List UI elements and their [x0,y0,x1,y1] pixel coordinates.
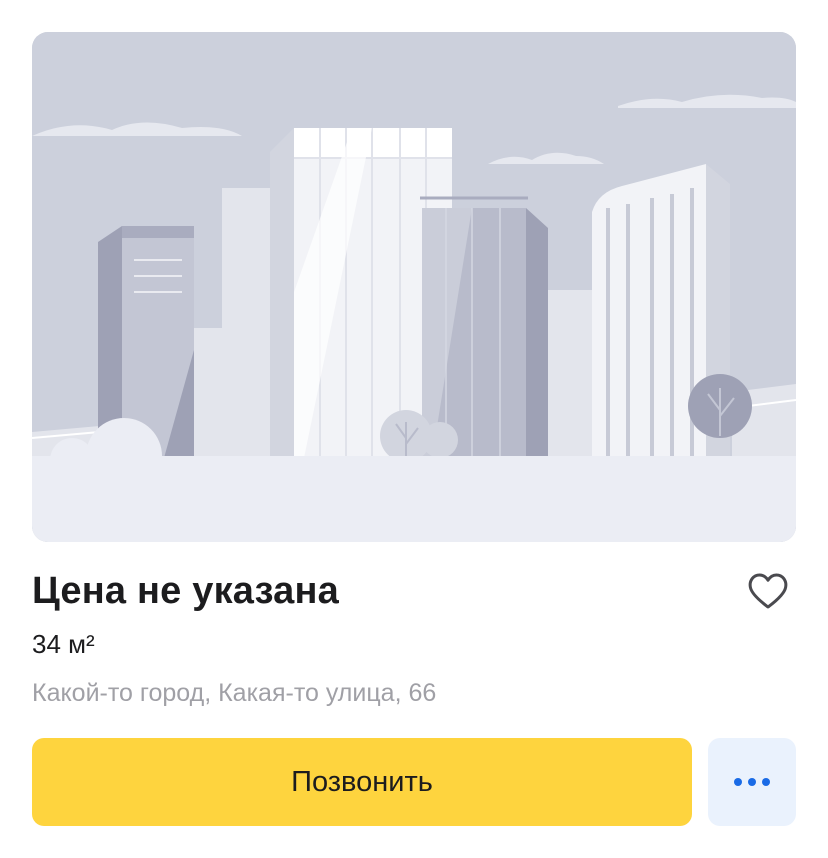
favorite-button[interactable] [744,568,792,616]
heart-outline-icon [748,573,788,609]
address-text: Какой-то город, Какая-то улица, 66 [32,679,437,707]
city-placeholder-illustration [32,32,796,542]
call-button-label: Позвонить [291,765,433,798]
call-button[interactable]: Позвонить [32,738,692,826]
more-options-button[interactable] [708,738,796,826]
area-text: 34 м² [32,629,95,659]
listing-photo-placeholder[interactable] [32,32,796,542]
price-title: Цена не указана [32,570,339,612]
more-dots-icon [734,778,770,786]
listing-card[interactable]: Цена не указана 34 м² Какой-то город, Ка… [0,0,828,858]
